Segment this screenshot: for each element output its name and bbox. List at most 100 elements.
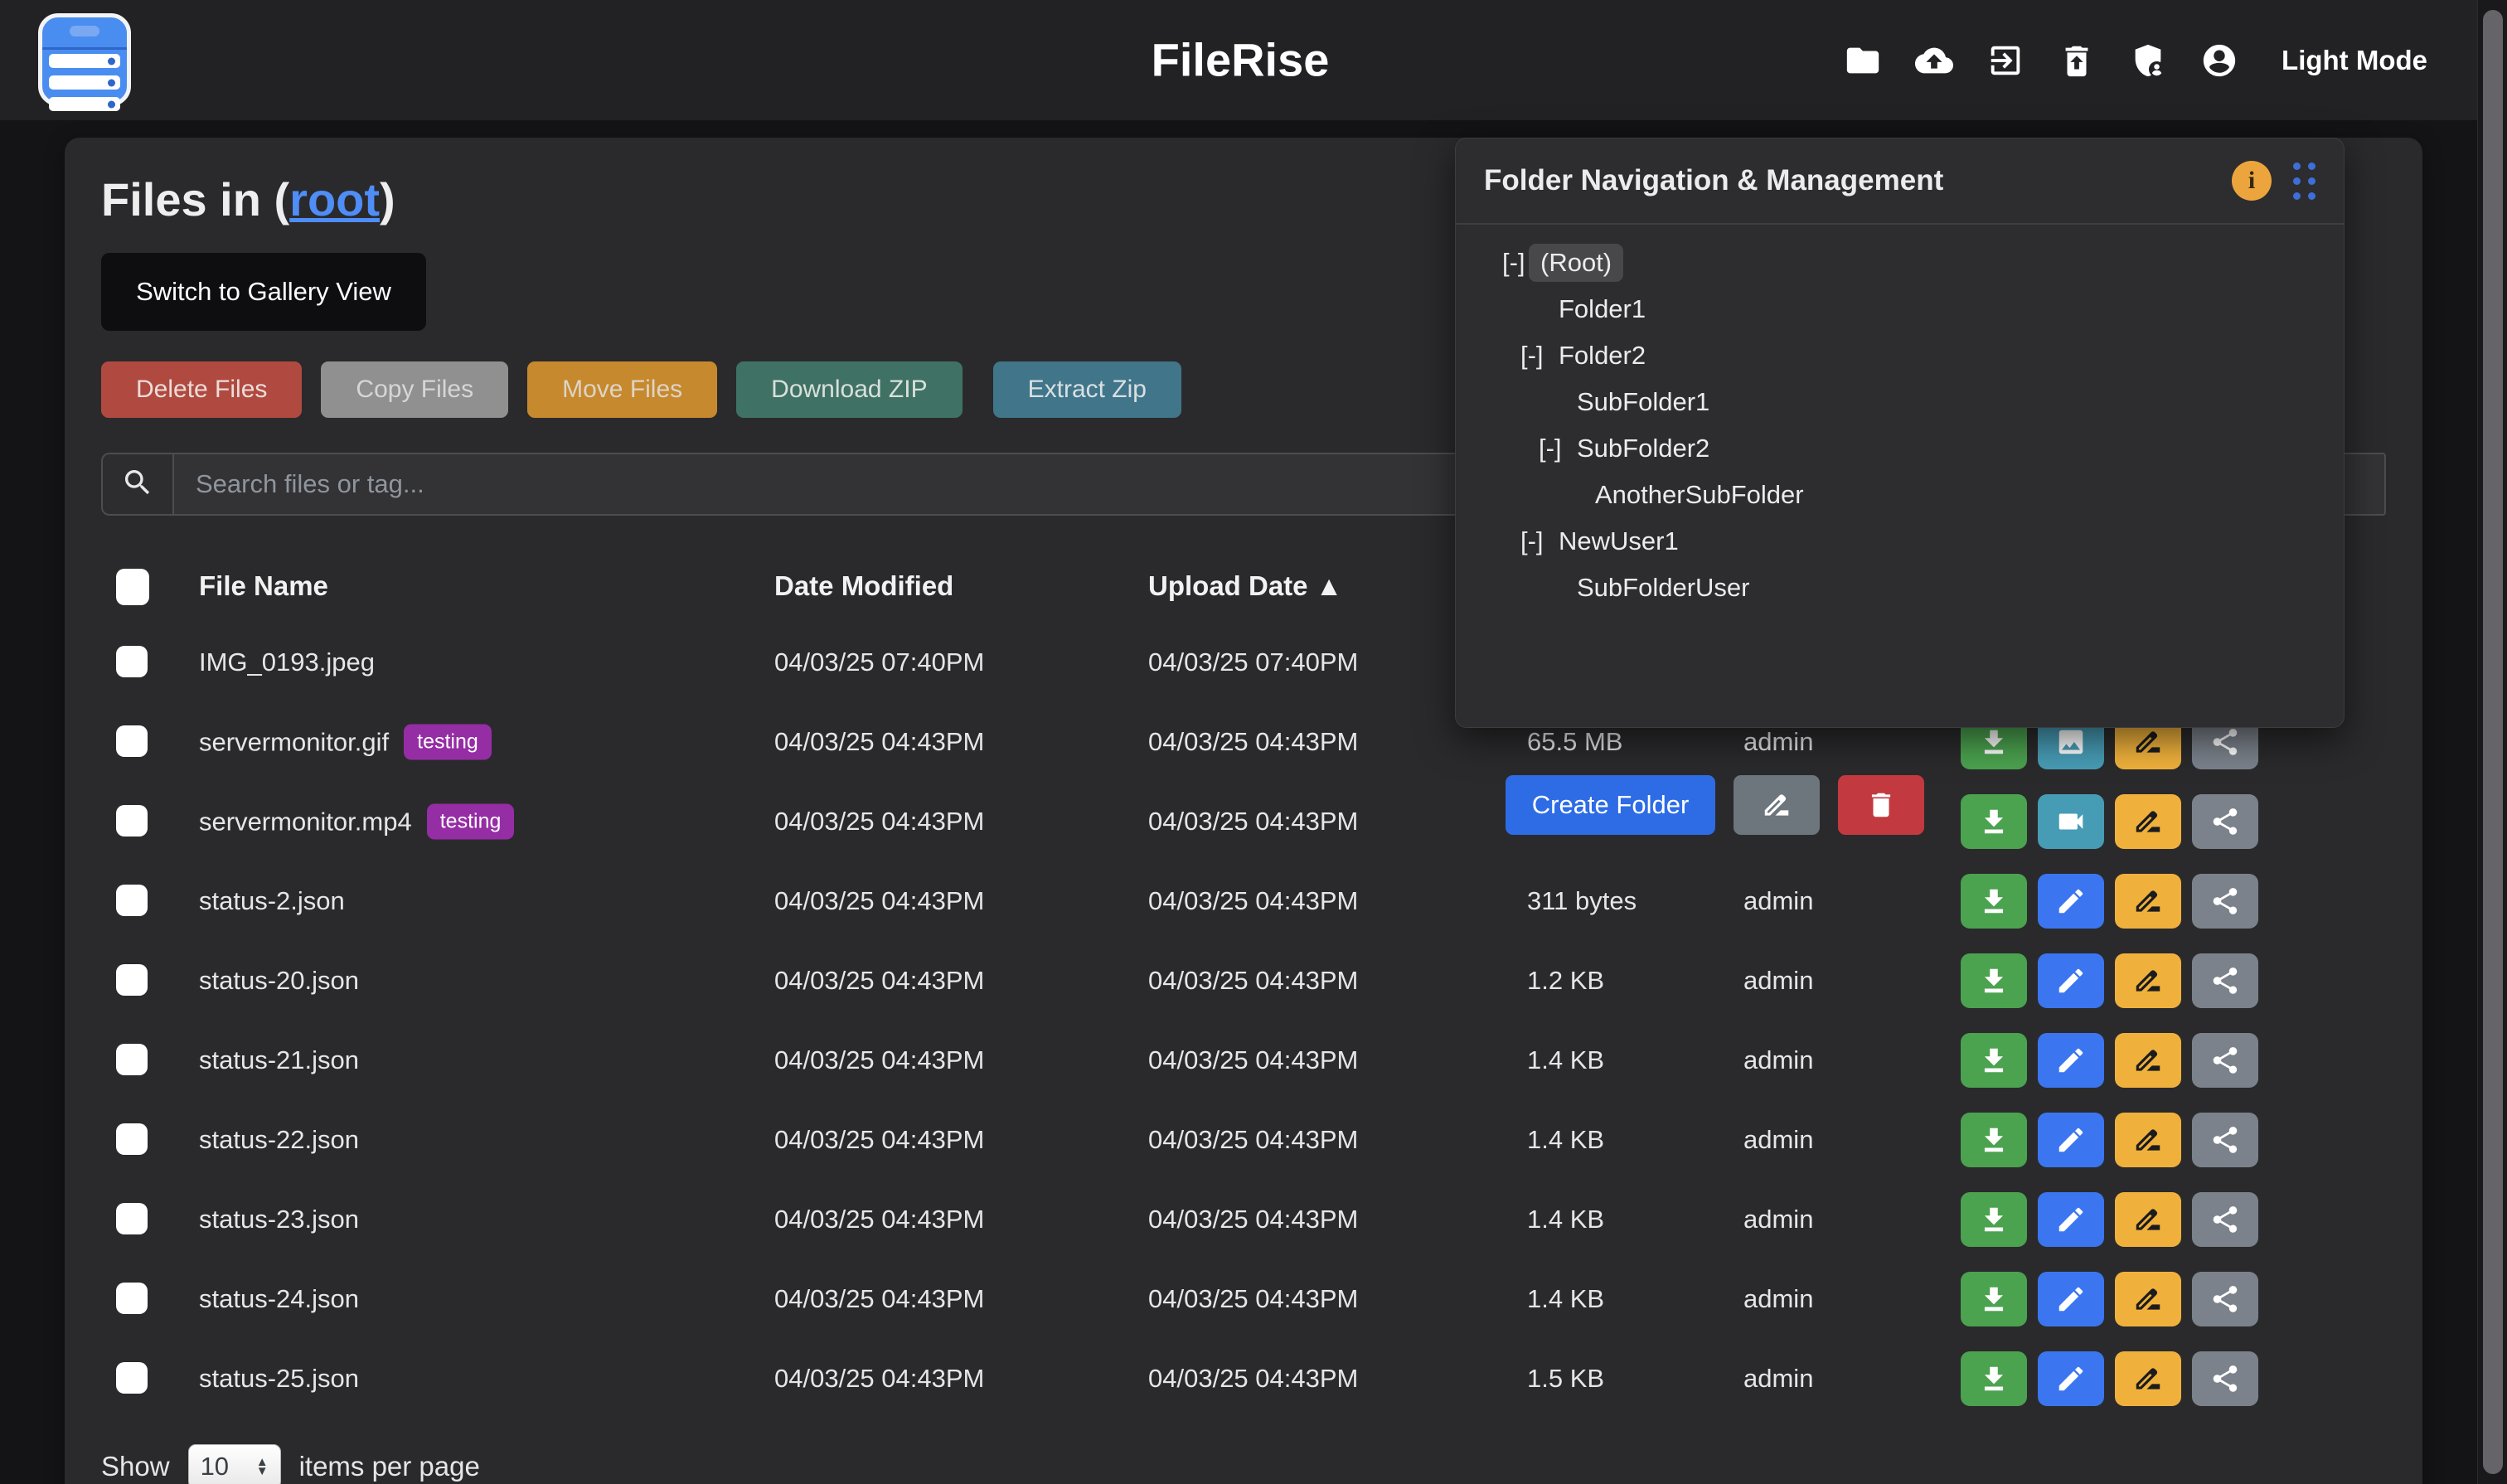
rename-file-button[interactable] [2115, 794, 2181, 849]
tree-item-subfolderuser[interactable]: SubFolderUser [1502, 565, 1804, 611]
download-button[interactable] [1961, 794, 2027, 849]
file-name[interactable]: status-2.json [199, 886, 345, 916]
edit-file-button[interactable] [2038, 1033, 2104, 1088]
share-file-button[interactable] [2192, 794, 2258, 849]
row-checkbox[interactable] [116, 1044, 148, 1075]
rename-file-button[interactable] [2115, 1272, 2181, 1326]
share-file-button[interactable] [2192, 1192, 2258, 1247]
file-name[interactable]: status-23.json [199, 1205, 359, 1234]
download-button[interactable] [1961, 1033, 2027, 1088]
row-actions [1961, 1272, 2258, 1326]
row-checkbox[interactable] [116, 885, 148, 916]
rename-file-button[interactable] [2115, 1192, 2181, 1247]
switch-gallery-view-button[interactable]: Switch to Gallery View [101, 253, 426, 331]
tree-item-folder2[interactable]: [-]Folder2 [1502, 332, 1804, 379]
info-icon[interactable]: i [2232, 161, 2272, 201]
tree-item-root[interactable]: [-](Root) [1502, 240, 1804, 286]
download-button[interactable] [1961, 874, 2027, 929]
row-actions [1961, 874, 2258, 929]
zip-files-button[interactable]: Download ZIP [736, 361, 962, 418]
items-per-page-value: 10 [201, 1452, 229, 1482]
file-name[interactable]: status-25.json [199, 1364, 359, 1394]
download-button[interactable] [1961, 1192, 2027, 1247]
tree-toggle[interactable]: [-] [1539, 434, 1577, 463]
edit-file-button[interactable] [2038, 953, 2104, 1008]
logo-bar [49, 54, 120, 68]
move-files-button[interactable]: Move Files [527, 361, 717, 418]
copy-files-button[interactable]: Copy Files [321, 361, 508, 418]
theme-toggle[interactable]: Light Mode [2282, 45, 2427, 76]
edit-file-button[interactable] [2038, 874, 2104, 929]
share-file-button[interactable] [2192, 953, 2258, 1008]
root-folder-link[interactable]: root [289, 173, 380, 226]
row-checkbox[interactable] [116, 646, 148, 677]
rename-file-button[interactable] [2115, 1113, 2181, 1167]
tree-toggle[interactable]: [-] [1520, 341, 1559, 371]
edit-file-button[interactable] [2038, 1113, 2104, 1167]
file-name[interactable]: IMG_0193.jpeg [199, 647, 375, 677]
preview-video-button[interactable] [2038, 794, 2104, 849]
file-name[interactable]: status-20.json [199, 966, 359, 996]
rename-file-button[interactable] [2115, 1351, 2181, 1406]
share-file-button[interactable] [2192, 874, 2258, 929]
account-circle-icon[interactable] [2200, 41, 2238, 80]
cloud-upload-icon[interactable] [1915, 41, 1953, 80]
tree-item-subfolder2[interactable]: [-]SubFolder2 [1502, 425, 1804, 472]
rename-folder-button[interactable] [1734, 775, 1820, 835]
tree-item-newuser1[interactable]: [-]NewUser1 [1502, 518, 1804, 565]
date-modified-cell: 04/03/25 04:43PM [774, 1205, 984, 1234]
row-checkbox[interactable] [116, 1362, 148, 1394]
share-file-button[interactable] [2192, 1113, 2258, 1167]
file-name[interactable]: status-24.json [199, 1284, 359, 1314]
drag-handle-icon[interactable] [2293, 162, 2315, 200]
share-file-button[interactable] [2192, 1351, 2258, 1406]
file-name[interactable]: servermonitor.mp4 [199, 807, 412, 837]
select-all-checkbox[interactable] [116, 569, 149, 605]
scrollbar-thumb[interactable] [2483, 10, 2503, 1474]
share-file-button[interactable] [2192, 1033, 2258, 1088]
row-checkbox[interactable] [116, 964, 148, 996]
extract-files-button[interactable]: Extract Zip [993, 361, 1181, 418]
column-header-file-name[interactable]: File Name [199, 570, 328, 602]
rename-file-button[interactable] [2115, 1033, 2181, 1088]
delete-folder-button[interactable] [1838, 775, 1924, 835]
create-folder-button[interactable]: Create Folder [1506, 775, 1715, 835]
logout-icon[interactable] [1986, 41, 2025, 80]
table-row: status-2.json04/03/25 04:43PM04/03/25 04… [65, 861, 2422, 941]
tree-item-subfolder1[interactable]: SubFolder1 [1502, 379, 1804, 425]
rename-file-button[interactable] [2115, 874, 2181, 929]
file-name[interactable]: servermonitor.gif [199, 727, 389, 757]
delete-files-button[interactable]: Delete Files [101, 361, 302, 418]
file-size-cell: 1.4 KB [1527, 1284, 1604, 1314]
tree-item-folder1[interactable]: Folder1 [1502, 286, 1804, 332]
column-header-date-modified[interactable]: Date Modified [774, 570, 953, 602]
download-button[interactable] [1961, 1272, 2027, 1326]
row-checkbox[interactable] [116, 1123, 148, 1155]
row-checkbox[interactable] [116, 805, 148, 837]
edit-file-button[interactable] [2038, 1351, 2104, 1406]
tree-item-label: NewUser1 [1559, 526, 1679, 556]
share-file-button[interactable] [2192, 1272, 2258, 1326]
header-actions: Light Mode [1844, 0, 2427, 120]
edit-file-button[interactable] [2038, 1272, 2104, 1326]
download-button[interactable] [1961, 953, 2027, 1008]
trash-restore-icon[interactable] [2058, 41, 2096, 80]
tree-toggle[interactable]: [-] [1520, 526, 1559, 556]
rename-file-button[interactable] [2115, 953, 2181, 1008]
items-per-page-select[interactable]: 10 ▲▼ [188, 1444, 281, 1484]
row-checkbox[interactable] [116, 725, 148, 757]
column-header-upload-date[interactable]: Upload Date ▲ [1148, 570, 1342, 602]
folder-icon[interactable] [1844, 41, 1882, 80]
file-size-cell: 311 bytes [1527, 886, 1637, 916]
download-button[interactable] [1961, 1113, 2027, 1167]
file-name[interactable]: status-21.json [199, 1045, 359, 1075]
download-button[interactable] [1961, 1351, 2027, 1406]
filerise-logo[interactable] [38, 13, 131, 106]
file-name[interactable]: status-22.json [199, 1125, 359, 1155]
tree-item-anothersubfolder[interactable]: AnotherSubFolder [1502, 472, 1804, 518]
edit-file-button[interactable] [2038, 1192, 2104, 1247]
uploader-cell: admin [1743, 1205, 1813, 1234]
row-checkbox[interactable] [116, 1203, 148, 1234]
shield-user-icon[interactable] [2129, 41, 2167, 80]
row-checkbox[interactable] [116, 1283, 148, 1314]
